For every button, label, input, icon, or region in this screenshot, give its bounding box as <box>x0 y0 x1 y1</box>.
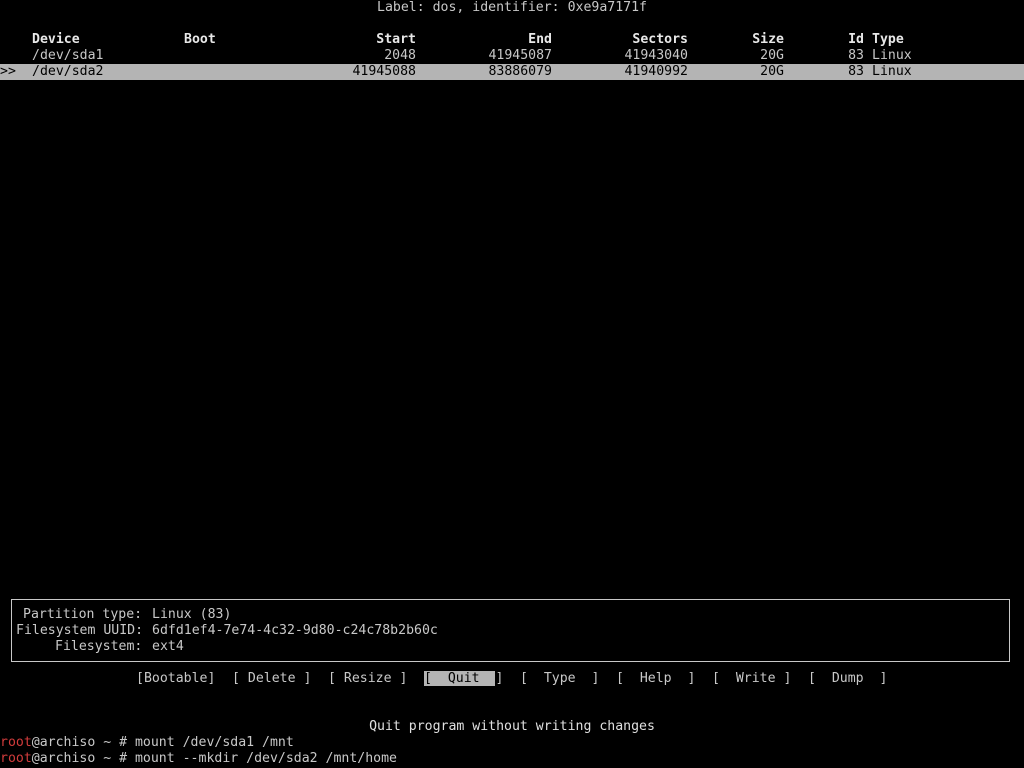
shell-command: mount --mkdir /dev/sda2 /mnt/home <box>134 751 397 766</box>
bootable-label: Bootable <box>143 671 208 686</box>
dump-button[interactable]: [ Dump ] <box>808 671 887 687</box>
partition-row-sda2[interactable]: >> /dev/sda2 41945088 83886079 41940992 … <box>0 64 1024 80</box>
partition-end: 83886079 <box>488 64 552 79</box>
partition-device: /dev/sda2 <box>32 64 104 79</box>
column-type: Type <box>872 32 904 47</box>
write-label: Write <box>719 671 784 686</box>
row-marker: >> <box>0 64 16 79</box>
shell-command: mount /dev/sda1 /mnt <box>134 735 294 750</box>
partition-id: 83 <box>848 48 864 63</box>
help-button[interactable]: [ Help ] <box>616 671 695 687</box>
partition-size: 20G <box>760 48 784 63</box>
resize-label: Resize <box>335 671 400 686</box>
type-button[interactable]: [ Type ] <box>520 671 599 687</box>
prompt-host: @archiso ~ # <box>31 751 135 766</box>
delete-button[interactable]: [ Delete ] <box>232 671 311 687</box>
column-end: End <box>528 32 552 47</box>
partition-type: Linux <box>872 64 912 79</box>
filesystem-uuid-value: 6dfd1ef4-7e74-4c32-9d80-c24c78b2b60c <box>152 623 438 638</box>
partition-sectors: 41943040 <box>624 48 688 63</box>
type-label: Type <box>527 671 592 686</box>
partition-type-value: Linux (83) <box>152 607 232 622</box>
partition-id: 83 <box>848 64 864 79</box>
write-button[interactable]: [ Write ] <box>712 671 791 687</box>
quit-label: Quit <box>431 671 496 686</box>
partition-size: 20G <box>760 64 784 79</box>
partition-device: /dev/sda1 <box>32 48 104 63</box>
filesystem-value: ext4 <box>152 639 184 654</box>
column-size: Size <box>752 32 784 47</box>
help-label: Help <box>623 671 688 686</box>
prompt-user: root <box>0 751 32 766</box>
resize-button[interactable]: [ Resize ] <box>328 671 407 687</box>
column-id: Id <box>848 32 864 47</box>
disk-label: Label: dos, identifier: 0xe9a7171f <box>377 0 647 15</box>
status-message: Quit program without writing changes <box>369 719 655 734</box>
filesystem-label: Filesystem: <box>55 639 143 654</box>
column-start: Start <box>376 32 416 47</box>
partition-start: 2048 <box>384 48 416 63</box>
partition-type: Linux <box>872 48 912 63</box>
bootable-button[interactable]: [Bootable] <box>136 671 215 687</box>
partition-sectors: 41940992 <box>624 64 688 79</box>
prompt-host: @archiso ~ # <box>31 735 135 750</box>
filesystem-uuid-label: Filesystem UUID: <box>16 623 144 638</box>
shell-line: root@archiso ~ # mount --mkdir /dev/sda2… <box>0 751 397 767</box>
delete-label: Delete <box>239 671 304 686</box>
column-device: Device <box>32 32 80 47</box>
column-sectors: Sectors <box>632 32 688 47</box>
partition-start: 41945088 <box>352 64 416 79</box>
partition-type-label: Partition type: <box>23 607 143 622</box>
partition-row-sda1[interactable]: /dev/sda1 2048 41945087 41943040 20G 83 … <box>0 48 1024 64</box>
prompt-user: root <box>0 735 32 750</box>
shell-line: root@archiso ~ # mount /dev/sda1 /mnt <box>0 735 294 751</box>
dump-label: Dump <box>815 671 880 686</box>
quit-button[interactable]: [ Quit ] <box>424 671 503 687</box>
column-boot: Boot <box>184 32 216 47</box>
partition-end: 41945087 <box>488 48 552 63</box>
